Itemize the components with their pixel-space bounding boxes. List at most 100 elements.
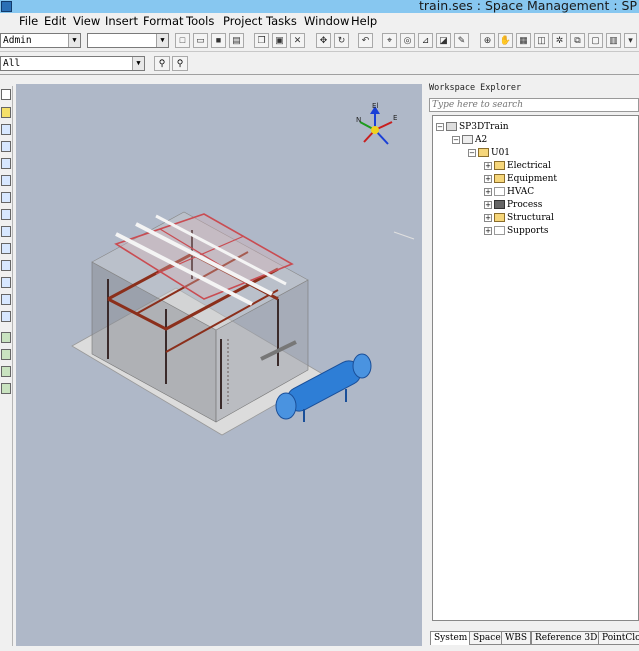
area-icon [462,135,473,144]
active-combo[interactable]: ▼ [87,33,169,48]
tree-node-process[interactable]: + Process [484,200,542,211]
expand-icon[interactable]: + [484,213,492,222]
tool-icon[interactable] [1,175,11,186]
supports-icon [494,226,505,235]
menu-edit[interactable]: Edit [42,14,68,28]
menu-tools[interactable]: Tools [184,14,216,28]
chevron-down-icon[interactable]: ▼ [68,34,80,47]
undo-icon[interactable]: ↶ [358,33,373,48]
layers-icon[interactable]: ▥ [606,33,621,48]
move-icon[interactable]: ✥ [316,33,331,48]
tool-icon[interactable] [1,260,11,271]
hvac-icon [494,187,505,196]
menu-tasks[interactable]: Tasks [264,14,299,28]
tab-wbs[interactable]: WBS [501,631,532,645]
tree-node-unit[interactable]: − U01 [468,148,510,159]
menu-format[interactable]: Format [141,14,186,28]
expand-icon[interactable]: + [484,200,492,209]
paste-icon[interactable]: ▣ [272,33,287,48]
chevron-down-icon[interactable]: ▼ [156,34,168,47]
menu-help[interactable]: Help [349,14,379,28]
tree-node-hvac[interactable]: + HVAC [484,187,534,198]
tool-icon[interactable] [1,383,11,394]
view-box-icon[interactable]: ◫ [534,33,549,48]
select-icon[interactable] [1,89,11,100]
edit-icon[interactable]: ✎ [454,33,469,48]
tool-icon[interactable] [1,124,11,135]
measure-icon[interactable]: ⊿ [418,33,433,48]
search-input[interactable] [429,98,639,112]
filter-combo[interactable]: All ▼ [0,56,145,71]
tree-node-area[interactable]: − A2 [452,135,487,146]
fit-icon[interactable]: ▦ [516,33,531,48]
expand-icon[interactable]: + [484,174,492,183]
rotate-icon[interactable]: ↻ [334,33,349,48]
zoom-icon[interactable]: ⊕ [480,33,495,48]
inspect-icon[interactable]: ◪ [436,33,451,48]
clip-icon[interactable]: ⧉ [570,33,585,48]
collapse-icon[interactable]: − [452,135,460,144]
tool-icon[interactable] [1,332,11,343]
tree-node-supports[interactable]: + Supports [484,226,548,237]
tool-icon[interactable] [1,349,11,360]
equipment-icon [494,174,505,183]
tree-node-electrical[interactable]: + Electrical [484,161,551,172]
menu-project[interactable]: Project [221,14,264,28]
permission-group-combo[interactable]: Admin ▼ [0,33,81,48]
new-icon[interactable]: □ [175,33,190,48]
explorer-tree: − SP3DTrain − A2 − U01 + Electrical + Equipme… [432,115,639,621]
tab-reference-3d[interactable]: Reference 3D [531,631,602,645]
save-icon[interactable]: ■ [211,33,226,48]
tab-pointcloud[interactable]: PointClo [598,631,639,645]
tool-icon[interactable] [1,366,11,377]
open-icon[interactable]: ▭ [193,33,208,48]
unit-icon [478,148,489,157]
chevron-down-icon[interactable]: ▾ [624,33,637,48]
process-icon [494,200,505,209]
tree-label: HVAC [507,187,535,197]
app-icon[interactable] [1,1,12,12]
expand-icon[interactable]: + [484,161,492,170]
filter-value: All [3,58,21,69]
menu-file[interactable]: File [17,14,40,28]
expand-icon[interactable]: + [484,226,492,235]
tab-system[interactable]: System [430,631,472,645]
pan-icon[interactable]: ✋ [498,33,513,48]
tool-icon[interactable] [1,294,11,305]
menu-window[interactable]: Window [302,14,351,28]
delete-icon[interactable]: ✕ [290,33,305,48]
collapse-icon[interactable]: − [436,122,444,131]
tree-node-root[interactable]: − SP3DTrain [436,122,509,133]
tool-icon[interactable] [1,209,11,220]
menu-insert[interactable]: Insert [103,14,140,28]
tool-icon[interactable] [1,158,11,169]
tool-icon[interactable] [1,141,11,152]
graphic-view[interactable]: El N E [16,84,422,646]
tree-node-equipment[interactable]: + Equipment [484,174,557,185]
chevron-down-icon[interactable]: ▼ [132,57,144,70]
select-filter-icon[interactable]: ⌖ [382,33,397,48]
tree-node-structural[interactable]: + Structural [484,213,554,224]
display-icon[interactable]: ▢ [588,33,603,48]
expand-icon[interactable]: + [484,187,492,196]
copy-icon[interactable]: ❐ [254,33,269,48]
filter-icon[interactable]: ⚲ [154,56,170,71]
filter-toolbar: All ▼ ⚲ ⚲ [0,53,639,75]
tool-icon[interactable] [1,192,11,203]
tool-icon[interactable] [1,311,11,322]
tool-icon[interactable] [1,107,11,118]
compass-icon: El N E [356,102,397,145]
tab-space[interactable]: Space [469,631,505,645]
tool-icon[interactable] [1,243,11,254]
menu-view[interactable]: View [71,14,102,28]
render-icon[interactable]: ✲ [552,33,567,48]
tool-icon[interactable] [1,277,11,288]
tree-label: U01 [491,148,511,158]
tree-label: SP3DTrain [459,122,509,132]
view-icon[interactable]: ◎ [400,33,415,48]
collapse-icon[interactable]: − [468,148,476,157]
filter-properties-icon[interactable]: ⚲ [172,56,188,71]
print-icon[interactable]: ▤ [229,33,244,48]
tool-icon[interactable] [1,226,11,237]
model-graphic: El N E [71,102,415,436]
